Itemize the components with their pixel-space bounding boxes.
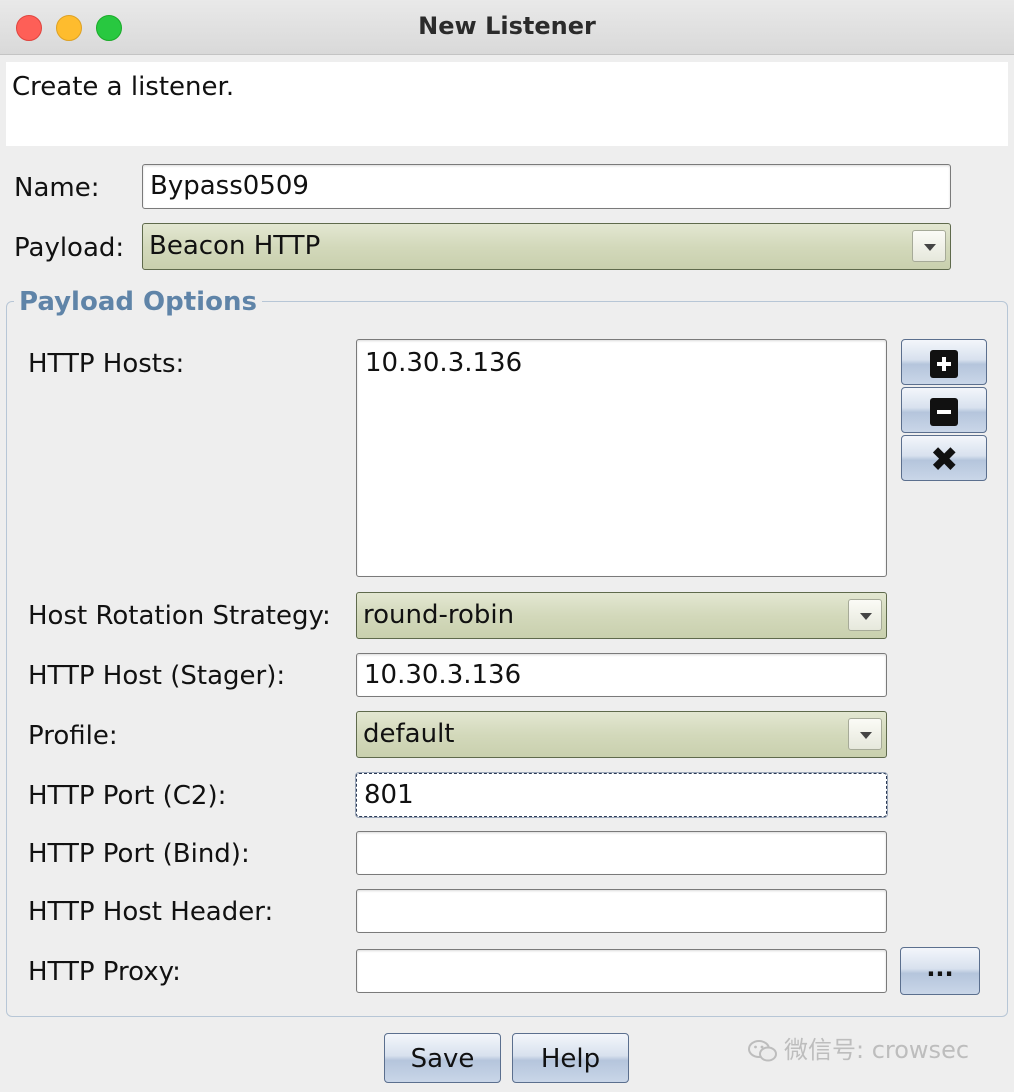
plus-icon [930,350,958,378]
description-text: Create a listener. [12,72,235,102]
http-port-bind-label: HTTP Port (Bind): [28,839,250,869]
profile-dropdown[interactable]: default [356,711,887,758]
watermark: 微信号: crowsec [748,1030,969,1065]
host-rotation-dropdown[interactable]: round-robin [356,592,887,639]
name-value: Bypass0509 [150,171,309,201]
chevron-down-icon[interactable] [912,230,946,262]
http-host-stager-label: HTTP Host (Stager): [28,661,286,691]
http-proxy-label: HTTP Proxy: [28,957,181,987]
watermark-text: 微信号: crowsec [784,1036,970,1064]
chevron-down-icon[interactable] [848,718,882,750]
payload-label: Payload: [14,233,125,263]
save-button[interactable]: Save [384,1033,501,1083]
payload-options-title: Payload Options [14,287,262,317]
http-host-header-field[interactable] [356,889,887,933]
http-proxy-field[interactable] [356,949,887,993]
x-icon: ✖ [930,440,959,480]
description-panel: Create a listener. [6,62,1008,146]
payload-value: Beacon HTTP [149,231,321,261]
host-rotation-label: Host Rotation Strategy: [28,601,331,631]
http-port-c2-value: 801 [364,780,414,810]
help-button[interactable]: Help [512,1033,629,1083]
wechat-icon [748,1040,777,1062]
browse-label: ... [926,954,954,982]
list-item[interactable]: 10.30.3.136 [365,348,522,378]
payload-dropdown[interactable]: Beacon HTTP [142,223,951,270]
http-port-c2-field[interactable]: 801 [356,773,887,817]
save-label: Save [410,1044,475,1074]
proxy-browse-button[interactable]: ... [900,947,980,995]
http-hosts-list[interactable]: 10.30.3.136 [356,339,887,577]
http-port-c2-label: HTTP Port (C2): [28,781,227,811]
profile-label: Profile: [28,721,118,751]
http-hosts-label: HTTP Hosts: [28,349,185,379]
profile-value: default [363,719,455,749]
new-listener-window: New Listener Create a listener. Name: By… [0,0,1014,1092]
help-label: Help [540,1044,601,1074]
title-bar: New Listener [0,0,1014,55]
host-rotation-value: round-robin [363,600,515,630]
name-field[interactable]: Bypass0509 [142,164,951,209]
chevron-down-icon[interactable] [848,599,882,631]
http-port-bind-field[interactable] [356,831,887,875]
http-host-stager-field[interactable]: 10.30.3.136 [356,653,887,697]
minus-icon [930,398,958,426]
name-label: Name: [14,173,100,203]
http-host-header-label: HTTP Host Header: [28,897,274,927]
window-title: New Listener [418,12,596,40]
http-host-stager-value: 10.30.3.136 [364,660,522,690]
remove-host-button[interactable] [901,387,987,433]
add-host-button[interactable] [901,339,987,385]
clear-hosts-button[interactable]: ✖ [901,435,987,481]
